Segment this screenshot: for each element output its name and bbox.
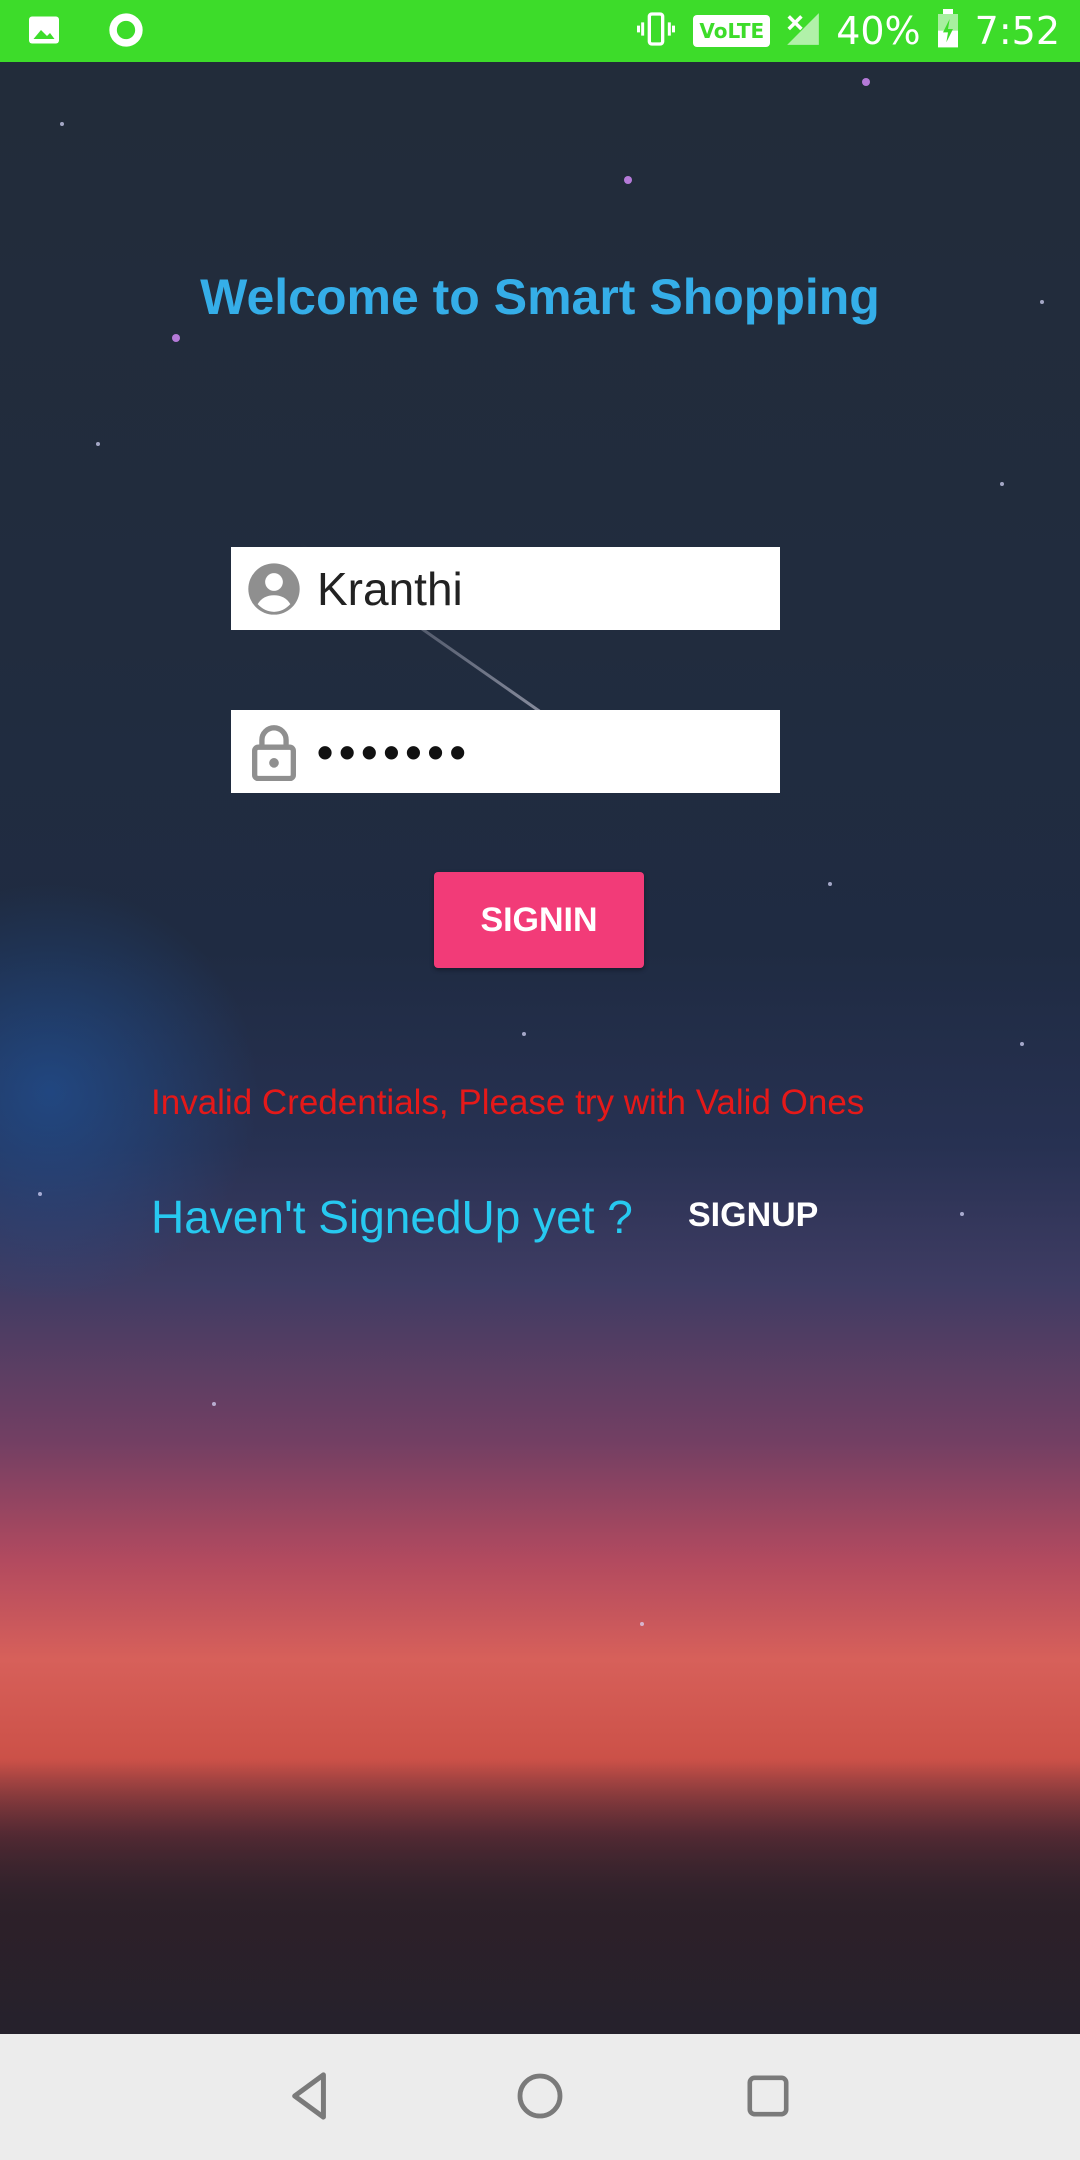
username-field[interactable]: Kranthi: [231, 547, 780, 630]
circle-notification-icon: [106, 10, 146, 55]
password-field[interactable]: •••••••: [231, 710, 780, 793]
star: [640, 1622, 644, 1626]
star: [522, 1032, 526, 1036]
status-bar: VoLTE 40% 7:52: [0, 0, 1080, 62]
username-value: Kranthi: [317, 562, 463, 615]
battery-charging-icon: [935, 8, 961, 54]
home-icon[interactable]: [510, 2066, 570, 2126]
signup-button[interactable]: SIGNUP: [688, 1196, 818, 1235]
star: [60, 122, 64, 126]
star: [172, 334, 180, 342]
lock-icon: [245, 723, 303, 781]
recents-icon[interactable]: [738, 2066, 798, 2126]
clock: 7:52: [974, 9, 1060, 53]
account-circle-icon: [245, 560, 303, 618]
page-title: Welcome to Smart Shopping: [200, 269, 880, 325]
signin-button[interactable]: SIGNIN: [434, 872, 644, 968]
signal-icon: [784, 10, 822, 53]
star: [96, 442, 100, 446]
star: [212, 1402, 216, 1406]
night-sky-background: [0, 62, 1080, 2034]
password-masked-value: •••••••: [317, 725, 472, 778]
star: [38, 1192, 42, 1196]
volte-icon: VoLTE: [693, 15, 771, 47]
star: [828, 882, 832, 886]
back-icon[interactable]: [280, 2066, 340, 2126]
vibrate-icon: [633, 9, 679, 54]
navigation-bar: [0, 2034, 1080, 2160]
star: [1000, 482, 1004, 486]
image-notification-icon: [26, 12, 62, 53]
star: [624, 176, 632, 184]
star: [1020, 1042, 1024, 1046]
star: [960, 1212, 964, 1216]
horizon-silhouette: [0, 1762, 1080, 2034]
battery-percent: 40%: [836, 9, 921, 53]
star: [862, 78, 870, 86]
error-message: Invalid Credentials, Please try with Val…: [151, 1083, 865, 1122]
signup-prompt: Haven't SignedUp yet ?: [151, 1191, 633, 1243]
